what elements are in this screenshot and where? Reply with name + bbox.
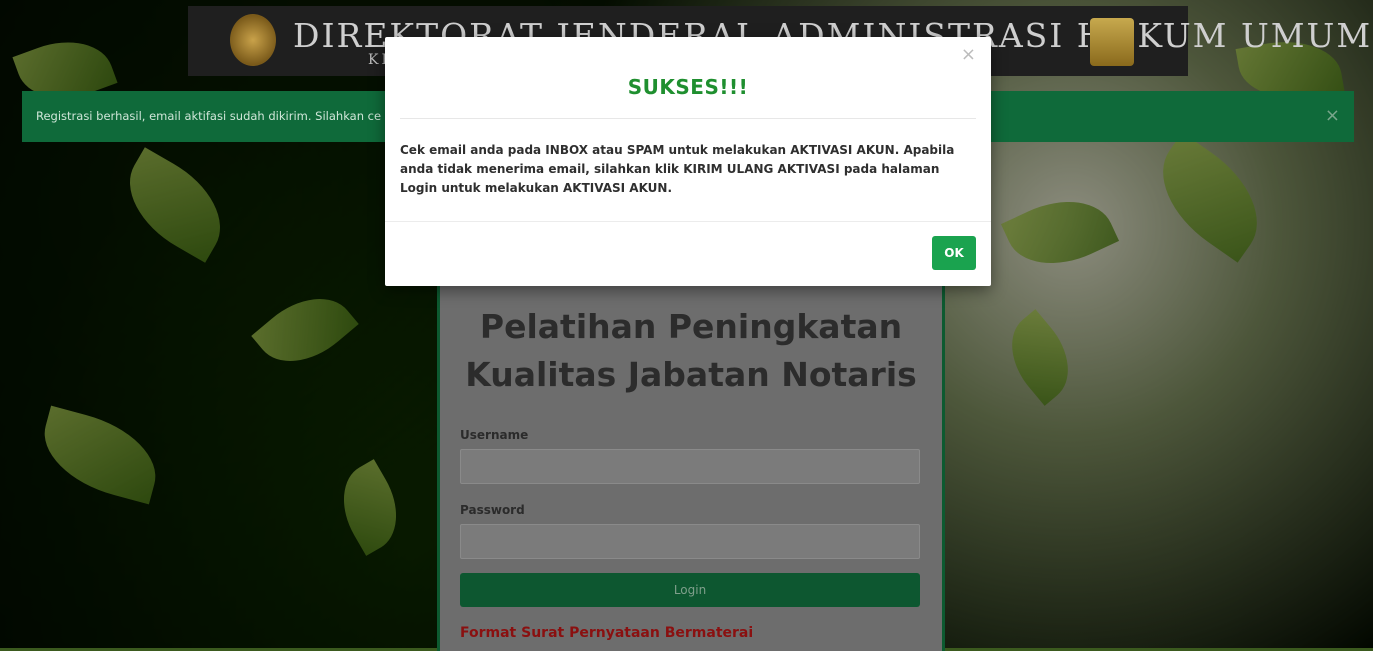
modal-divider — [400, 118, 976, 119]
login-title-line1: Pelatihan Peningkatan — [479, 307, 903, 346]
alert-message: Registrasi berhasil, email aktifasi suda… — [36, 109, 382, 123]
login-card: Pelatihan Peningkatan Kualitas Jabatan N… — [437, 250, 945, 651]
username-input[interactable] — [460, 449, 920, 484]
ok-button[interactable]: OK — [932, 236, 976, 270]
modal-footer-divider — [385, 221, 991, 222]
login-title-line2: Kualitas Jabatan Notaris — [465, 355, 917, 394]
ministry-logo-icon — [1090, 18, 1134, 66]
username-label: Username — [460, 428, 529, 442]
garuda-emblem-icon — [230, 14, 276, 66]
modal-title: SUKSES!!! — [627, 75, 749, 99]
password-input[interactable] — [460, 524, 920, 559]
success-modal: × SUKSES!!! Cek email anda pada INBOX at… — [385, 37, 991, 286]
modal-close-icon[interactable]: × — [961, 44, 976, 65]
alert-close-icon[interactable]: × — [1325, 105, 1340, 126]
format-surat-link[interactable]: Format Surat Pernyataan Bermaterai — [460, 625, 753, 641]
password-label: Password — [460, 503, 525, 517]
login-button[interactable]: Login — [460, 573, 920, 607]
modal-message: Cek email anda pada INBOX atau SPAM untu… — [400, 143, 955, 195]
